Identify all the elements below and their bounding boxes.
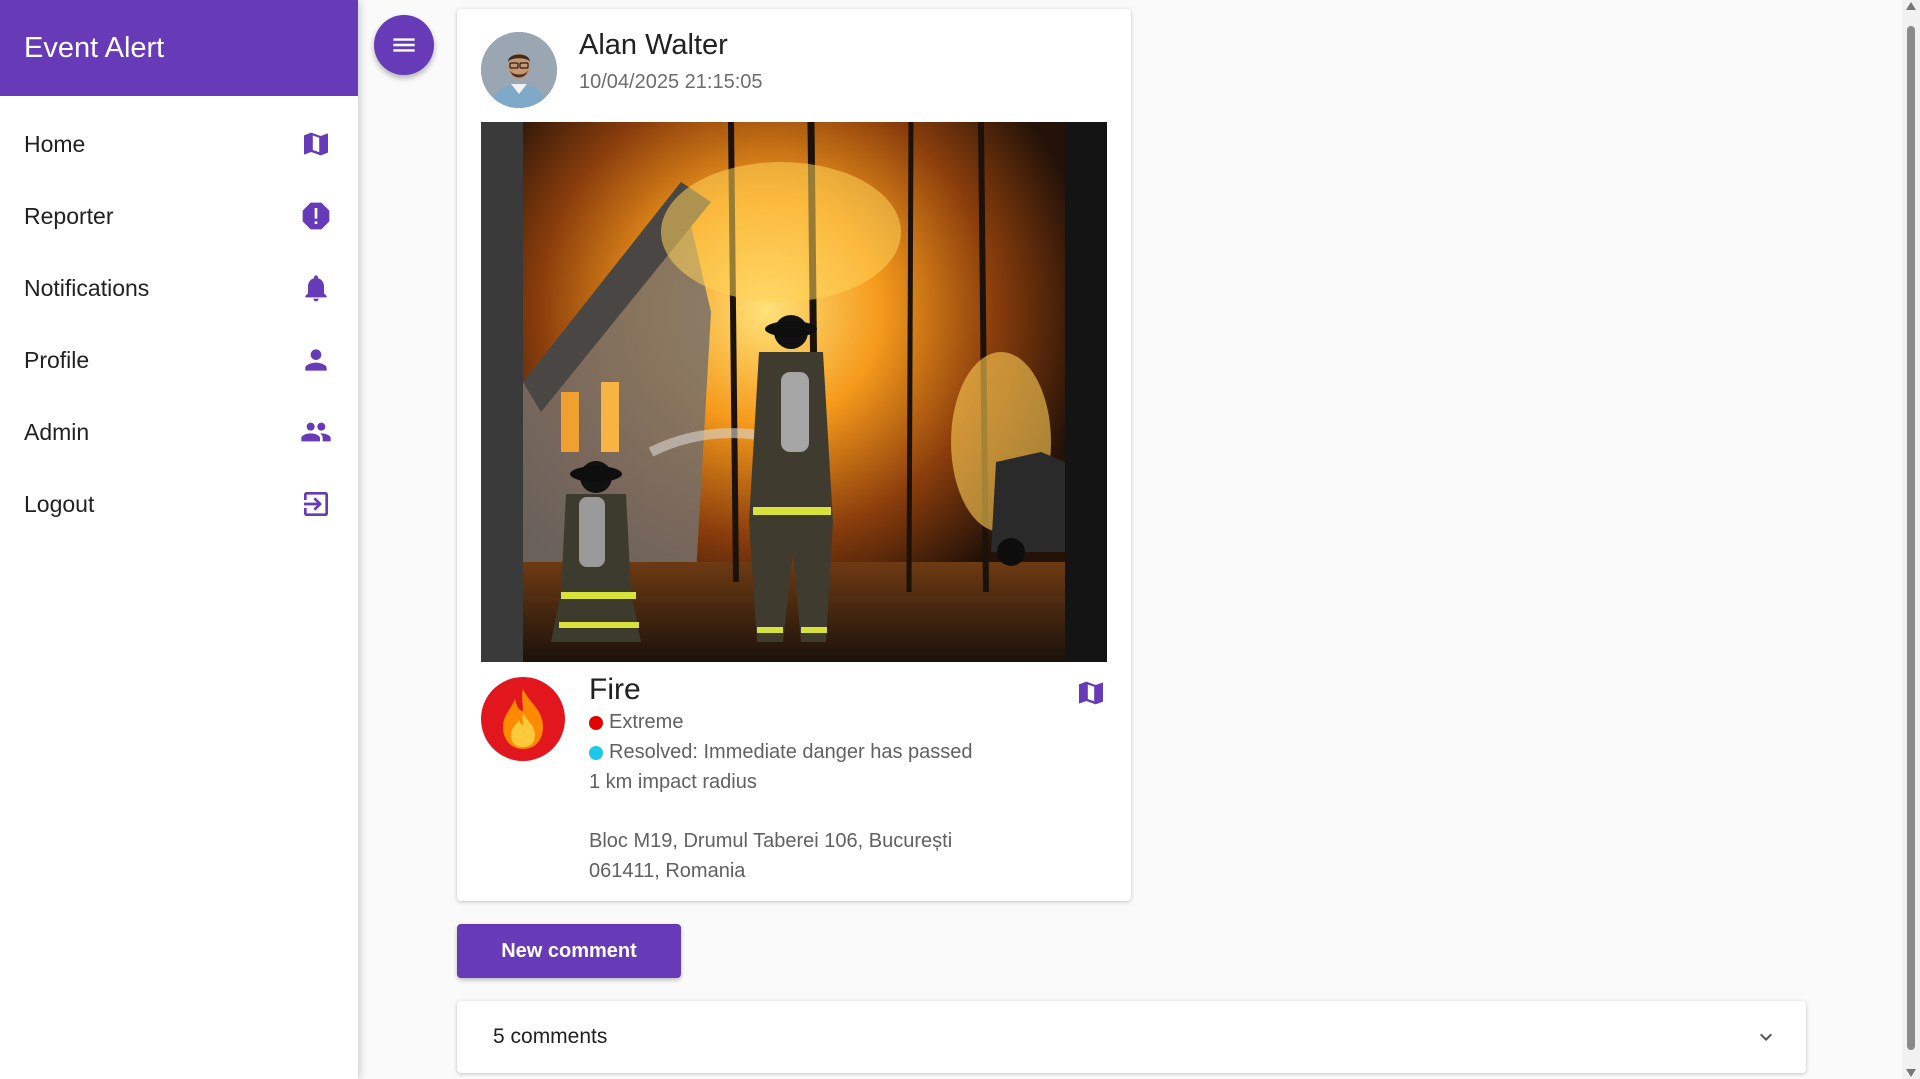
bell-icon xyxy=(305,275,327,302)
event-address: Bloc M19, Drumul Taberei 106, București … xyxy=(589,826,1009,886)
menu-button[interactable] xyxy=(374,15,434,75)
view-on-map-button[interactable] xyxy=(1075,677,1107,709)
sidebar-item-reporter[interactable]: Reporter xyxy=(0,180,358,252)
comments-expander[interactable]: 5 comments xyxy=(457,1001,1806,1073)
people-icon xyxy=(301,422,331,442)
sidebar: Event Alert Home Reporter Notifications … xyxy=(0,0,358,1079)
impact-radius: 1 km impact radius xyxy=(589,771,757,793)
sidebar-item-label: Reporter xyxy=(24,202,114,229)
comments-count: 5 comments xyxy=(493,1025,608,1048)
severity-label: Extreme xyxy=(609,711,684,733)
alert-icon xyxy=(302,202,330,230)
address-line-1: Bloc M19, Drumul Taberei 106, București xyxy=(589,830,953,852)
severity-dot xyxy=(589,715,603,730)
new-comment-button[interactable]: New comment xyxy=(457,924,681,978)
sidebar-item-profile[interactable]: Profile xyxy=(0,324,358,396)
scroll-up-arrow-icon[interactable] xyxy=(1906,2,1916,10)
map-icon xyxy=(1079,681,1103,705)
sidebar-item-label: Profile xyxy=(24,346,90,373)
severity-row: Extreme xyxy=(589,711,683,734)
sidebar-item-label: Logout xyxy=(24,490,95,517)
person-icon xyxy=(305,349,327,371)
event-photo xyxy=(481,122,1107,662)
chevron-down-icon xyxy=(1760,1033,1772,1041)
post-author: Alan Walter xyxy=(579,29,728,61)
event-type-title: Fire xyxy=(589,673,641,706)
sidebar-nav: Home Reporter Notifications Profile Admi… xyxy=(0,96,358,540)
address-line-2: 061411, Romania xyxy=(589,860,746,882)
scroll-thumb[interactable] xyxy=(1907,26,1915,1050)
sidebar-item-admin[interactable]: Admin xyxy=(0,396,358,468)
logout-icon xyxy=(304,492,328,516)
scroll-down-arrow-icon[interactable] xyxy=(1906,1069,1916,1077)
post-timestamp: 10/04/2025 21:15:05 xyxy=(579,71,763,93)
avatar-image xyxy=(481,32,557,108)
menu-icon xyxy=(393,38,415,52)
status-row: Resolved: Immediate danger has passed xyxy=(589,741,973,764)
map-icon xyxy=(304,132,328,156)
status-dot xyxy=(589,745,603,760)
sidebar-item-label: Notifications xyxy=(24,274,150,301)
sidebar-item-notifications[interactable]: Notifications xyxy=(0,252,358,324)
sidebar-item-logout[interactable]: Logout xyxy=(0,468,358,540)
event-post-card: Alan Walter 10/04/2025 21:15:05 Fire Ext… xyxy=(457,9,1131,901)
sidebar-item-home[interactable]: Home xyxy=(0,108,358,180)
sidebar-item-label: Home xyxy=(24,130,86,157)
fire-icon xyxy=(481,677,565,761)
status-label: Resolved: Immediate danger has passed xyxy=(609,741,973,763)
avatar[interactable] xyxy=(481,32,557,108)
app-title: Event Alert xyxy=(0,0,358,96)
sidebar-item-label: Admin xyxy=(24,418,90,445)
page-scrollbar[interactable] xyxy=(1902,0,1920,1079)
